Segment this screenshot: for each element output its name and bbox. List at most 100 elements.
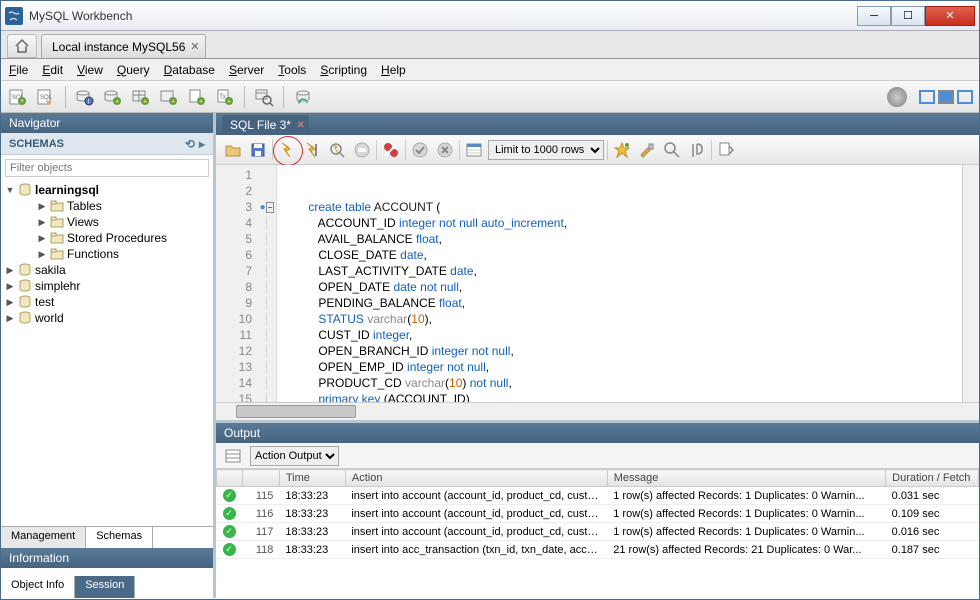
close-button[interactable]: ✕ [925,6,975,26]
nav-tab-management[interactable]: Management [1,527,86,548]
close-tab-icon[interactable]: ✕ [190,40,199,53]
sql-tab[interactable]: SQL File 3*✕ [222,115,309,135]
tree-item-views[interactable]: ▶Views [1,214,213,230]
add-procedure-icon[interactable]: + [186,86,208,108]
menu-query[interactable]: Query [117,63,150,77]
output-view-icon[interactable] [222,445,244,467]
tree-caret[interactable]: ▶ [37,201,47,211]
minimize-button[interactable]: ─ [857,6,891,26]
settings-icon[interactable] [887,87,907,107]
output-col-status[interactable] [217,470,243,487]
tree-label: simplehr [35,279,80,293]
tree-item-learningsql[interactable]: ▼ learningsql [1,182,213,198]
schemas-label: SCHEMAS [9,138,64,150]
bottom-panel-toggle[interactable] [938,90,954,104]
right-panel-toggle[interactable] [957,90,973,104]
tree-item-tables[interactable]: ▶Tables [1,198,213,214]
output-type-select[interactable]: Action Output [250,446,339,466]
execute-icon[interactable] [276,139,298,161]
tree-item-functions[interactable]: ▶ Functions [1,246,213,262]
tree-item-simplehr[interactable]: ▶ simplehr [1,278,213,294]
tree-label: learningsql [35,183,99,197]
output-col-action[interactable]: Action [345,470,607,487]
limit-rows-select[interactable]: Limit to 1000 rows [488,140,604,160]
rollback-icon[interactable] [434,139,456,161]
wrap-icon[interactable] [686,139,708,161]
menu-server[interactable]: Server [229,63,264,77]
sql-editor[interactable]: 12345678910111213141516 ● −││││││││││││ … [216,165,979,402]
left-panel-toggle[interactable] [919,90,935,104]
close-sql-tab-icon[interactable]: ✕ [297,120,305,131]
stop-icon[interactable] [351,139,373,161]
tree-item-test[interactable]: ▶test [1,294,213,310]
snippets-icon[interactable] [715,139,737,161]
connection-tab[interactable]: Local instance MySQL56✕ [41,34,206,58]
menu-help[interactable]: Help [381,63,406,77]
menu-view[interactable]: View [77,63,103,77]
add-view-icon[interactable]: + [158,86,180,108]
expand-schemas-icon[interactable]: ▸ [199,137,205,151]
home-button[interactable] [7,34,37,58]
save-icon[interactable] [247,139,269,161]
add-schema-icon[interactable]: + [102,86,124,108]
tree-caret[interactable]: ▶ [5,265,15,275]
invisible-chars-icon[interactable] [661,139,683,161]
menu-scripting[interactable]: Scripting [320,63,367,77]
fold-gutter: ● −││││││││││││ [258,165,276,402]
maximize-button[interactable]: ☐ [891,6,925,26]
info-tab-session[interactable]: Session [75,576,135,598]
tree-caret[interactable]: ▶ [5,297,15,307]
new-sql-icon[interactable]: SQL+ [7,86,29,108]
open-file-icon[interactable] [222,139,244,161]
commit-icon[interactable] [409,139,431,161]
output-table: TimeActionMessageDuration / Fetch ✓11518… [216,469,979,598]
toggle-autocommit-icon[interactable] [380,139,402,161]
output-row[interactable]: ✓11518:33:23insert into account (account… [217,487,979,505]
editor-toolbar: Limit to 1000 rows [216,135,979,165]
open-sql-icon[interactable]: SQL [35,86,57,108]
tree-caret[interactable]: ▶ [37,233,47,243]
tree-item-stored-procedures[interactable]: ▶Stored Procedures [1,230,213,246]
horizontal-scrollbar[interactable] [216,402,979,420]
filter-objects-input[interactable] [5,159,209,177]
limit-rows-icon[interactable] [463,139,485,161]
output-row[interactable]: ✓11718:33:23insert into account (account… [217,523,979,541]
menu-tools[interactable]: Tools [278,63,306,77]
tree-caret[interactable]: ▶ [37,217,47,227]
vertical-scrollbar[interactable] [962,165,979,402]
tree-caret[interactable]: ▶ [5,313,15,323]
tree-caret[interactable]: ▼ [5,185,15,195]
output-col-message[interactable]: Message [607,470,885,487]
menu-bar: File Edit View Query Database Server Tools Scri… [1,59,979,81]
tree-item-sakila[interactable]: ▶sakila [1,262,213,278]
find-icon[interactable] [636,139,658,161]
connection-tabs: Local instance MySQL56✕ [1,31,979,59]
tree-caret[interactable]: ▶ [37,249,47,259]
tree-label: Functions [67,247,119,261]
title-bar: MySQL Workbench ─ ☐ ✕ [1,1,979,31]
execute-current-icon[interactable] [301,139,323,161]
menu-edit[interactable]: Edit [42,63,63,77]
code-area[interactable]: create table ACCOUNT ( ACCOUNT_ID intege… [277,165,962,402]
menu-file[interactable]: File [9,63,28,77]
output-col-time[interactable]: Time [279,470,345,487]
add-table-icon[interactable]: + [130,86,152,108]
add-function-icon[interactable]: fx+ [214,86,236,108]
beautify-icon[interactable] [611,139,633,161]
refresh-schemas-icon[interactable]: ⟲ [185,137,195,151]
search-table-icon[interactable] [253,86,275,108]
inspector-icon[interactable]: i [74,86,96,108]
output-col-duration-fetch[interactable]: Duration / Fetch [886,470,979,487]
output-row[interactable]: ✓11818:33:23insert into acc_transaction … [217,541,979,559]
nav-tab-schemas[interactable]: Schemas [86,527,153,548]
reconnect-icon[interactable] [292,86,314,108]
output-col-status[interactable] [242,470,279,487]
info-tab-object-info[interactable]: Object Info [1,576,75,598]
tree-item-world[interactable]: ▶world [1,310,213,326]
menu-database[interactable]: Database [164,63,215,77]
explain-icon[interactable] [326,139,348,161]
tree-caret[interactable]: ▶ [5,281,15,291]
output-row[interactable]: ✓11618:33:23insert into account (account… [217,505,979,523]
database-icon [18,295,32,309]
window-title: MySQL Workbench [29,9,857,23]
